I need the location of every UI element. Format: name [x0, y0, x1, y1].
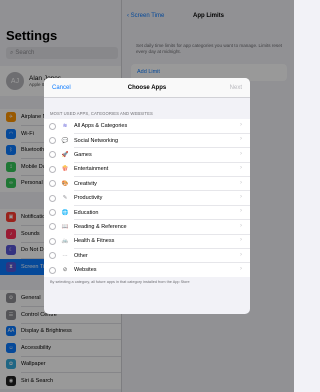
chevron-right-icon: › — [240, 179, 242, 186]
category-label: Other — [74, 252, 88, 259]
radio-button[interactable] — [49, 180, 56, 188]
category-label: Entertainment — [74, 166, 109, 173]
category-list: ≋ All Apps & Categories › 💬 Social Networkin… — [44, 119, 250, 278]
category-row[interactable]: ≋ All Apps & Categories › — [44, 119, 250, 134]
category-row[interactable]: 💬 Social Networking › — [44, 133, 250, 148]
chevron-right-icon: › — [240, 150, 242, 157]
pencil-icon: ✎ — [62, 195, 68, 202]
modal-title: Choose Apps — [127, 85, 167, 91]
globe-icon: 🌐 — [61, 209, 69, 216]
category-row[interactable]: ✎ Productivity › — [44, 191, 250, 206]
chevron-right-icon: › — [240, 237, 242, 244]
category-row[interactable]: 🎨 Creativity › — [44, 177, 250, 191]
chat-bubble-icon: 💬 — [61, 137, 69, 144]
chevron-right-icon: › — [240, 165, 242, 172]
category-row[interactable]: 🍿 Entertainment › — [44, 162, 250, 177]
category-label: Education — [74, 209, 99, 216]
category-row[interactable]: 🚲 Health & Fitness › — [44, 234, 250, 249]
chevron-right-icon: › — [240, 251, 242, 258]
radio-button[interactable] — [49, 266, 56, 274]
radio-button[interactable] — [49, 252, 56, 260]
category-row[interactable]: 🌐 Education › — [44, 205, 250, 220]
category-row[interactable]: ⊘ Websites › — [44, 263, 250, 277]
category-row[interactable]: ··· Other › — [44, 249, 250, 263]
modal-header: Cancel Choose Apps Next — [44, 78, 250, 98]
category-row[interactable]: 📖 Reading & Reference › — [44, 220, 250, 235]
palette-icon: 🎨 — [61, 180, 69, 187]
dots-icon: ··· — [62, 252, 68, 259]
chevron-right-icon: › — [240, 136, 242, 143]
chevron-right-icon: › — [240, 122, 242, 128]
next-button[interactable]: Next — [230, 85, 242, 91]
category-label: Reading & Reference — [74, 223, 127, 230]
radio-button[interactable] — [49, 137, 56, 145]
stack-icon: ≋ — [62, 123, 68, 130]
book-icon: 📖 — [61, 223, 69, 230]
popcorn-icon: 🍿 — [61, 166, 69, 173]
radio-button[interactable] — [49, 209, 56, 217]
radio-button[interactable] — [49, 165, 56, 173]
rocket-icon: 🚀 — [61, 151, 69, 158]
chevron-right-icon: › — [240, 208, 242, 215]
category-label: Health & Fitness — [74, 238, 115, 245]
choose-apps-modal: Cancel Choose Apps Next MOST USED APPS, … — [44, 78, 250, 314]
chevron-right-icon: › — [240, 193, 242, 200]
category-label: Productivity — [74, 195, 103, 202]
category-label: Websites — [74, 267, 97, 274]
category-row[interactable]: 🚀 Games › — [44, 148, 250, 163]
category-label: All Apps & Categories — [74, 123, 128, 130]
radio-button[interactable] — [49, 151, 56, 159]
chevron-right-icon: › — [240, 222, 242, 229]
compass-icon: ⊘ — [62, 267, 68, 274]
section-header: MOST USED APPS, CATEGORIES AND WEBSITES — [50, 111, 153, 116]
bicycle-icon: 🚲 — [61, 238, 69, 245]
radio-button[interactable] — [49, 223, 56, 231]
category-label: Games — [74, 151, 92, 158]
radio-button[interactable] — [49, 194, 56, 202]
category-label: Social Networking — [74, 137, 119, 144]
radio-button[interactable] — [49, 237, 56, 245]
radio-button[interactable] — [49, 122, 56, 130]
category-label: Creativity — [74, 180, 97, 187]
chevron-right-icon: › — [240, 265, 242, 272]
footer-note: By selecting a category, all future apps… — [50, 280, 190, 285]
